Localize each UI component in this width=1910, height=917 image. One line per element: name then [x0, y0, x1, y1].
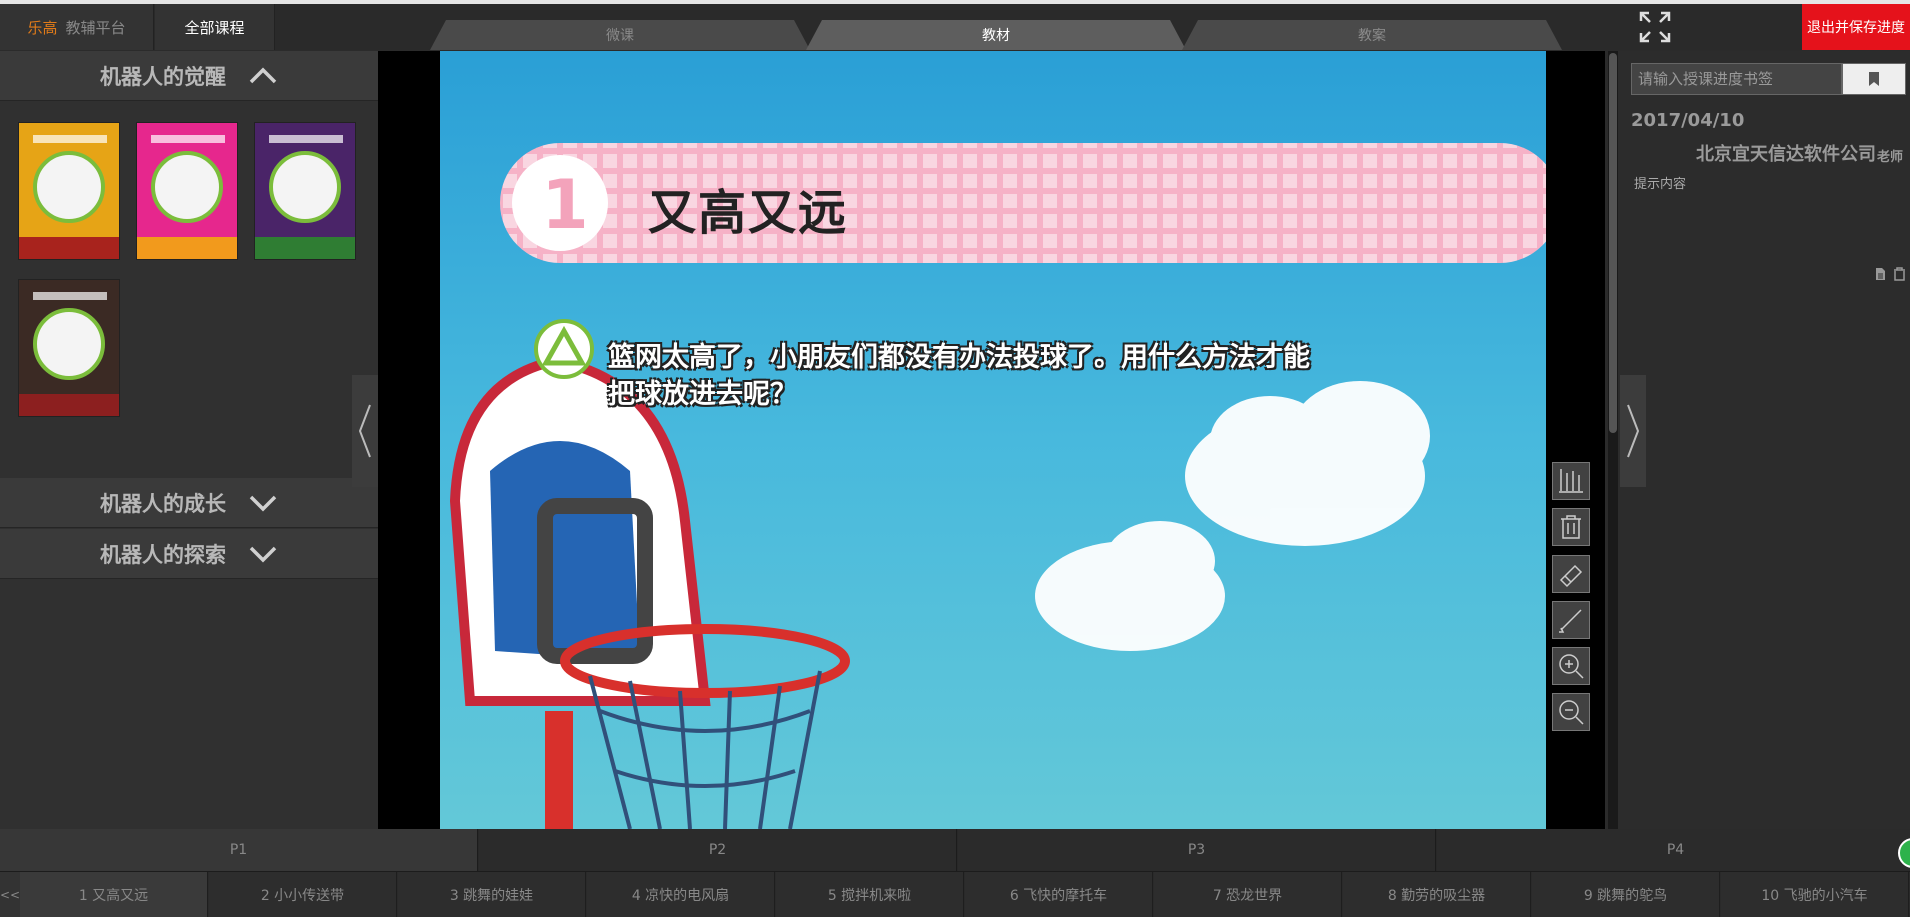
book-band [19, 237, 119, 259]
exit-save-button[interactable]: 退出并保存进度 [1802, 4, 1910, 50]
bookmark-icon [1869, 72, 1879, 86]
note-hint: 提示内容 [1634, 177, 1687, 192]
zoom-in-icon[interactable] [1552, 647, 1590, 685]
lesson-tab-2[interactable]: 2 小小传送带 [209, 872, 397, 917]
book-band [255, 237, 355, 259]
trash-icon[interactable] [1552, 508, 1590, 546]
document-icon[interactable] [1874, 266, 1887, 285]
prev-lessons-button[interactable]: << [0, 872, 20, 917]
textbook-page: 1 又高又远 篮网太高了，小朋友们都没有办法投球了。用什么方法才能 把球放进去呢… [440, 51, 1546, 829]
lesson-tab-1[interactable]: 1 又高又远 [20, 872, 208, 917]
book-title-strip [33, 292, 107, 300]
section-title: 机器人的探索 [100, 542, 226, 567]
brand-subtitle: 教辅平台 [65, 18, 126, 37]
chevron-right-icon [1627, 404, 1640, 458]
chevron-down-icon [249, 546, 277, 562]
book-title-strip [33, 135, 107, 143]
tab-textbook[interactable]: 教材 [806, 20, 1186, 50]
lesson-tab-4[interactable]: 4 凉快的电风扇 [587, 872, 775, 917]
note-role: 老师 [1877, 150, 1904, 165]
chevron-down-icon [249, 495, 277, 511]
lesson-tab-9[interactable]: 9 跳舞的鸵鸟 [1532, 872, 1720, 917]
page-tab-p1[interactable]: P1 [0, 829, 478, 871]
book-illustration [151, 151, 223, 223]
prev-page-arrow[interactable] [352, 375, 378, 487]
section-header-growth[interactable]: 机器人的成长 [0, 478, 378, 528]
section-header-awakening[interactable]: 机器人的觉醒 [0, 51, 378, 101]
lesson-title: 又高又远 [648, 185, 849, 241]
bookmark-input[interactable] [1631, 63, 1842, 95]
notes-panel [1618, 51, 1910, 829]
brand-logo[interactable]: 乐高 教辅平台 [0, 4, 154, 50]
book-band [19, 394, 119, 416]
eraser-icon[interactable] [1552, 555, 1590, 593]
brand-name: 乐高 [27, 18, 58, 37]
book-title-strip [151, 135, 225, 143]
pen-tool-icon[interactable] [1552, 462, 1590, 500]
chevron-left-icon [358, 404, 371, 458]
lesson-tab-6[interactable]: 6 飞快的摩托车 [965, 872, 1153, 917]
page-scrollbar[interactable] [1608, 51, 1618, 829]
all-courses-button[interactable]: 全部课程 [155, 4, 275, 50]
book-cover-3[interactable] [254, 122, 356, 260]
page-illustration [449, 143, 1546, 829]
question-line-1: 篮网太高了，小朋友们都没有办法投球了。用什么方法才能 [608, 342, 1310, 373]
book-illustration [33, 151, 105, 223]
note-date: 2017/04/10 [1631, 110, 1745, 131]
question-line-2: 把球放进去呢？ [608, 379, 797, 410]
book-band [137, 237, 237, 259]
lesson-tab-10[interactable]: 10 飞驰的小汽车 [1721, 872, 1909, 917]
book-cover-2[interactable] [136, 122, 238, 260]
next-page-arrow[interactable] [1620, 375, 1646, 487]
section-title: 机器人的成长 [100, 491, 226, 516]
lesson-tab-3[interactable]: 3 跳舞的娃娃 [398, 872, 586, 917]
tab-lesson-plan[interactable]: 教案 [1182, 20, 1562, 50]
fullscreen-icon[interactable] [1638, 10, 1672, 44]
page-tab-p4[interactable]: P4 [1437, 829, 1910, 871]
page-tab-p2[interactable]: P2 [479, 829, 957, 871]
scrollbar-thumb[interactable] [1609, 53, 1617, 433]
book-cover-1[interactable] [18, 122, 120, 260]
page-tab-p3[interactable]: P3 [958, 829, 1436, 871]
section-title: 机器人的觉醒 [100, 64, 226, 89]
book-cover-4[interactable] [18, 279, 120, 417]
lesson-number: 1 [541, 166, 589, 245]
lesson-tab-5[interactable]: 5 搅拌机来啦 [776, 872, 964, 917]
lesson-tab-8[interactable]: 8 勤劳的吸尘器 [1343, 872, 1531, 917]
book-illustration [33, 308, 105, 380]
line-tool-icon[interactable] [1552, 601, 1590, 639]
bookmark-button[interactable] [1842, 63, 1906, 95]
course-sidebar: 机器人的觉醒 机器人的成长 机器人的探索 [0, 51, 378, 829]
lesson-tab-7[interactable]: 7 恐龙世界 [1154, 872, 1342, 917]
book-illustration [269, 151, 341, 223]
section-header-exploration[interactable]: 机器人的探索 [0, 529, 378, 579]
note-company: 北京宜天信达软件公司 [1696, 144, 1876, 165]
book-title-strip [269, 135, 343, 143]
delete-icon[interactable] [1893, 266, 1906, 285]
zoom-out-icon[interactable] [1552, 693, 1590, 731]
tab-micro-lesson[interactable]: 微课 [430, 20, 810, 50]
chevron-up-icon [249, 67, 277, 83]
